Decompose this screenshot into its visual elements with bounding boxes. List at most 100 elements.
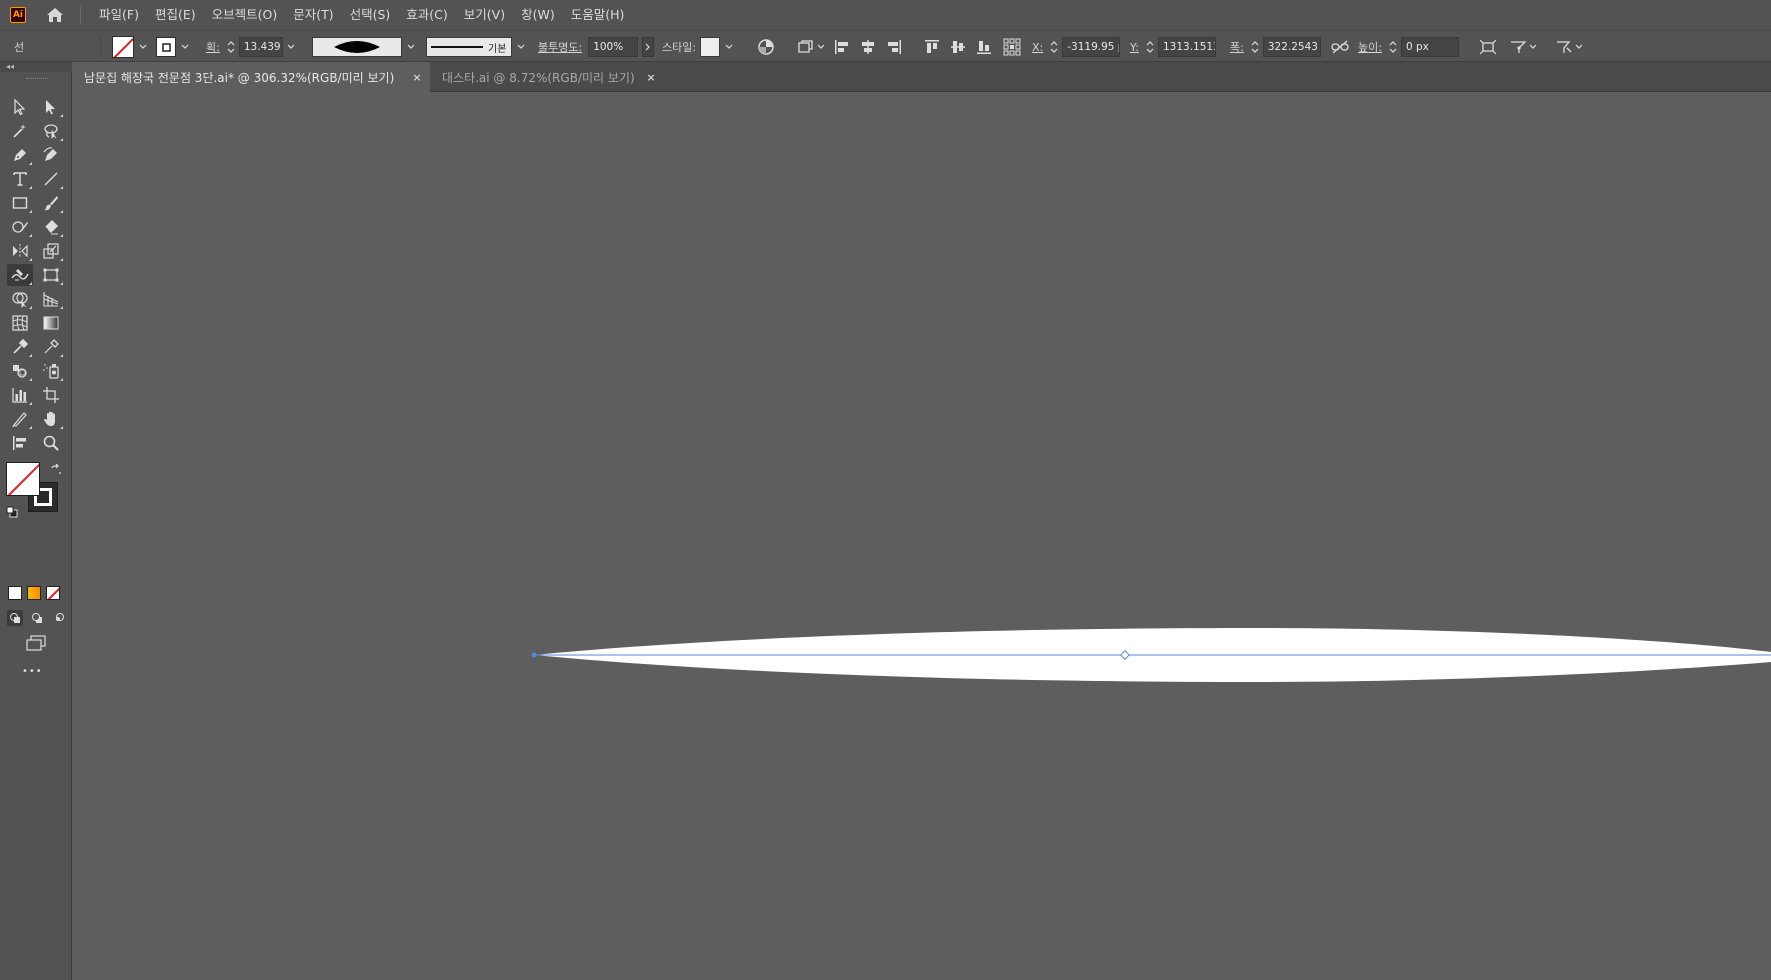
app-logo[interactable]: Ai xyxy=(10,7,26,23)
tab-document-1[interactable]: 남문집 해장국 전문점 3단.ai* @ 306.32%(RGB/미리 보기) … xyxy=(72,62,430,92)
puppet-warp-icon[interactable] xyxy=(1508,37,1528,57)
y-input[interactable]: 1313.1513 xyxy=(1157,37,1216,57)
arrange[interactable] xyxy=(796,31,826,63)
panel-options-dropdown-icon[interactable] xyxy=(1574,42,1584,52)
type-tool-icon[interactable] xyxy=(7,168,33,190)
screen-mode-icon[interactable] xyxy=(24,634,48,655)
width-tool-icon[interactable] xyxy=(7,264,33,286)
swap-fill-stroke-icon[interactable] xyxy=(50,463,62,479)
menu-select[interactable]: 선택(S) xyxy=(342,0,399,30)
zoom-tool-icon[interactable] xyxy=(38,432,64,454)
rectangle-tool-icon[interactable] xyxy=(7,192,33,214)
menu-edit[interactable]: 편집(E) xyxy=(147,0,204,30)
recolor-artwork[interactable] xyxy=(756,31,776,63)
arrange-dropdown-icon[interactable] xyxy=(816,42,826,52)
width-profile-preview[interactable] xyxy=(312,37,402,57)
fill-swatch[interactable] xyxy=(112,31,148,63)
menu-effect[interactable]: 효과(C) xyxy=(398,0,455,30)
constrain-proportions[interactable] xyxy=(1330,31,1350,63)
column-graph-tool-icon[interactable] xyxy=(7,384,33,406)
blend-tool-icon[interactable] xyxy=(7,360,33,382)
panel-options-icon[interactable] xyxy=(1554,37,1574,57)
symbol-sprayer-tool-icon[interactable] xyxy=(38,360,64,382)
height-spinner-icon[interactable] xyxy=(1388,37,1398,57)
shaper-tool-icon[interactable] xyxy=(7,216,33,238)
draw-normal-icon[interactable] xyxy=(7,610,23,626)
slice-tool-icon[interactable] xyxy=(7,408,33,430)
height-input[interactable]: 0 px xyxy=(1400,37,1459,57)
recolor-icon[interactable] xyxy=(756,37,776,57)
brush-dropdown-icon[interactable] xyxy=(516,42,526,52)
scale-tool-icon[interactable] xyxy=(38,240,64,262)
pen-tool-icon[interactable] xyxy=(7,144,33,166)
menu-type[interactable]: 문자(T) xyxy=(285,0,341,30)
shape-builder-tool-icon[interactable] xyxy=(7,288,33,310)
measure-eyedropper-icon[interactable] xyxy=(38,336,64,358)
fill-color-box[interactable] xyxy=(6,462,40,496)
align-hcenter-icon[interactable] xyxy=(858,37,878,57)
draw-behind-icon[interactable] xyxy=(29,610,45,626)
menu-help[interactable]: 도움말(H) xyxy=(563,0,633,30)
align-left-icon[interactable] xyxy=(832,37,852,57)
brush-definition[interactable]: 기본 xyxy=(426,31,526,63)
puppet-warp-dropdown-icon[interactable] xyxy=(1528,42,1538,52)
paintbrush-tool-icon[interactable] xyxy=(38,192,64,214)
mesh-tool-icon[interactable] xyxy=(7,312,33,334)
stroke-dropdown-icon[interactable] xyxy=(180,42,190,52)
tab-document-2[interactable]: 대스타.ai @ 8.72%(RGB/미리 보기) × xyxy=(430,62,664,92)
lasso-tool-icon[interactable] xyxy=(38,120,64,142)
align-right-icon[interactable] xyxy=(884,37,904,57)
edit-toolbar-icon[interactable]: ••• xyxy=(22,666,43,677)
selection-tool-icon[interactable] xyxy=(7,96,33,118)
menu-view[interactable]: 보기(V) xyxy=(456,0,513,30)
align-bottom-icon[interactable] xyxy=(974,37,994,57)
fill-dropdown-icon[interactable] xyxy=(138,42,148,52)
fill-none-swatch[interactable] xyxy=(112,36,134,58)
free-transform-tool-icon[interactable] xyxy=(38,264,64,286)
collapse-icon[interactable]: ◂◂ xyxy=(6,62,14,72)
menu-window[interactable]: 창(W) xyxy=(513,0,563,30)
gradient-tool-icon[interactable] xyxy=(38,312,64,334)
stroke-weight-spinner-icon[interactable] xyxy=(226,37,236,57)
opacity-label[interactable]: 불투명도: xyxy=(538,39,582,55)
canvas[interactable] xyxy=(74,92,1771,980)
link-icon[interactable] xyxy=(1330,37,1350,57)
home-icon[interactable] xyxy=(44,4,66,26)
gradient-mode-icon[interactable] xyxy=(27,586,41,600)
direct-selection-tool-icon[interactable] xyxy=(38,96,64,118)
puppet-warp[interactable] xyxy=(1508,37,1538,57)
more-options[interactable] xyxy=(1554,37,1584,57)
stroke-weight-input[interactable]: 13.439 p xyxy=(238,37,283,57)
none-mode-icon[interactable] xyxy=(46,586,60,600)
anchor-point-start[interactable] xyxy=(531,652,537,658)
perspective-grid-tool-icon[interactable] xyxy=(38,288,64,310)
style-dropdown-icon[interactable] xyxy=(724,42,734,52)
stroke-swatch[interactable] xyxy=(156,31,190,63)
align-top-icon[interactable] xyxy=(922,37,942,57)
width-input[interactable]: 322.2543 p xyxy=(1262,37,1321,57)
arrange-icon[interactable] xyxy=(796,37,816,57)
stroke-weight-dropdown-icon[interactable] xyxy=(286,42,296,52)
hand-tool-icon[interactable] xyxy=(38,408,64,430)
curvature-tool-icon[interactable] xyxy=(38,144,64,166)
brush-preview[interactable]: 기본 xyxy=(426,37,512,57)
stroke-color-swatch[interactable] xyxy=(156,37,176,57)
opacity-arrow-icon[interactable] xyxy=(642,37,655,57)
isolate-icon[interactable] xyxy=(1478,37,1498,57)
eraser-tool-icon[interactable] xyxy=(38,216,64,238)
eyedropper-tool-icon[interactable] xyxy=(7,336,33,358)
reflect-tool-icon[interactable] xyxy=(7,240,33,262)
default-fill-stroke-icon[interactable] xyxy=(6,506,18,521)
menu-object[interactable]: 오브젝트(O) xyxy=(204,0,286,30)
close-icon[interactable]: × xyxy=(644,70,658,84)
x-spinner-icon[interactable] xyxy=(1049,37,1059,57)
align-vcenter-icon[interactable] xyxy=(948,37,968,57)
line-segment-tool-icon[interactable] xyxy=(38,168,64,190)
x-input[interactable]: -3119.95 p xyxy=(1062,37,1121,57)
width-profile-dropdown-icon[interactable] xyxy=(406,42,416,52)
menu-file[interactable]: 파일(F) xyxy=(91,0,147,30)
close-icon[interactable]: × xyxy=(410,70,424,84)
draw-inside-icon[interactable] xyxy=(51,610,67,626)
opacity-input[interactable]: 100% xyxy=(588,37,639,57)
y-spinner-icon[interactable] xyxy=(1145,37,1155,57)
